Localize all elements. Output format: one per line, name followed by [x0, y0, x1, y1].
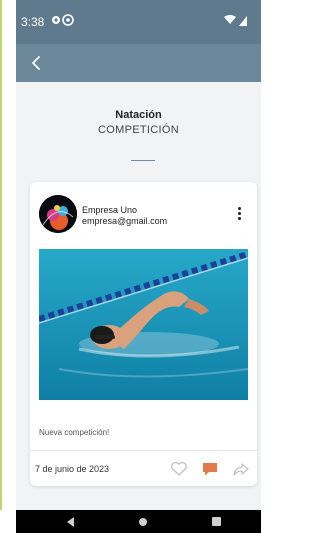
- nav-back-icon[interactable]: [66, 516, 76, 528]
- frame-edge-left: [0, 0, 2, 510]
- heart-icon[interactable]: [170, 461, 188, 477]
- post-image: [39, 249, 248, 400]
- avatar: [39, 195, 77, 233]
- author-email: empresa@gmail.com: [82, 216, 168, 226]
- page-title: Natación: [115, 109, 162, 121]
- page-subtitle: COMPETICIÓN: [98, 124, 179, 136]
- comment-icon[interactable]: [201, 461, 219, 477]
- post-text: Nueva competición!: [39, 428, 110, 437]
- app-bar: [16, 44, 261, 82]
- system-nav-bar: [16, 510, 261, 533]
- content-area: Natación COMPETICIÓN Empresa Uno empresa…: [16, 82, 261, 510]
- nav-recent-apps-icon[interactable]: [212, 517, 221, 526]
- more-vertical-icon[interactable]: [233, 207, 245, 223]
- status-time: 3:38: [21, 15, 45, 29]
- nav-home-icon[interactable]: [139, 518, 147, 526]
- arrow-left-icon[interactable]: [26, 52, 48, 74]
- title-divider: [131, 160, 155, 161]
- settings-icon: [52, 14, 74, 26]
- status-bar: 3:38: [16, 0, 261, 44]
- author-name: Empresa Uno: [82, 205, 138, 215]
- share-icon[interactable]: [232, 461, 250, 477]
- post-card: Empresa Uno empresa@gmail.com Nueva comp…: [30, 182, 257, 486]
- app-frame: 3:38 Natación COMPETICIÓN Empresa Uno em…: [0, 0, 261, 533]
- signal-icon: [224, 15, 247, 26]
- card-footer-divider: [30, 450, 257, 451]
- post-date: 7 de junio de 2023: [35, 464, 110, 474]
